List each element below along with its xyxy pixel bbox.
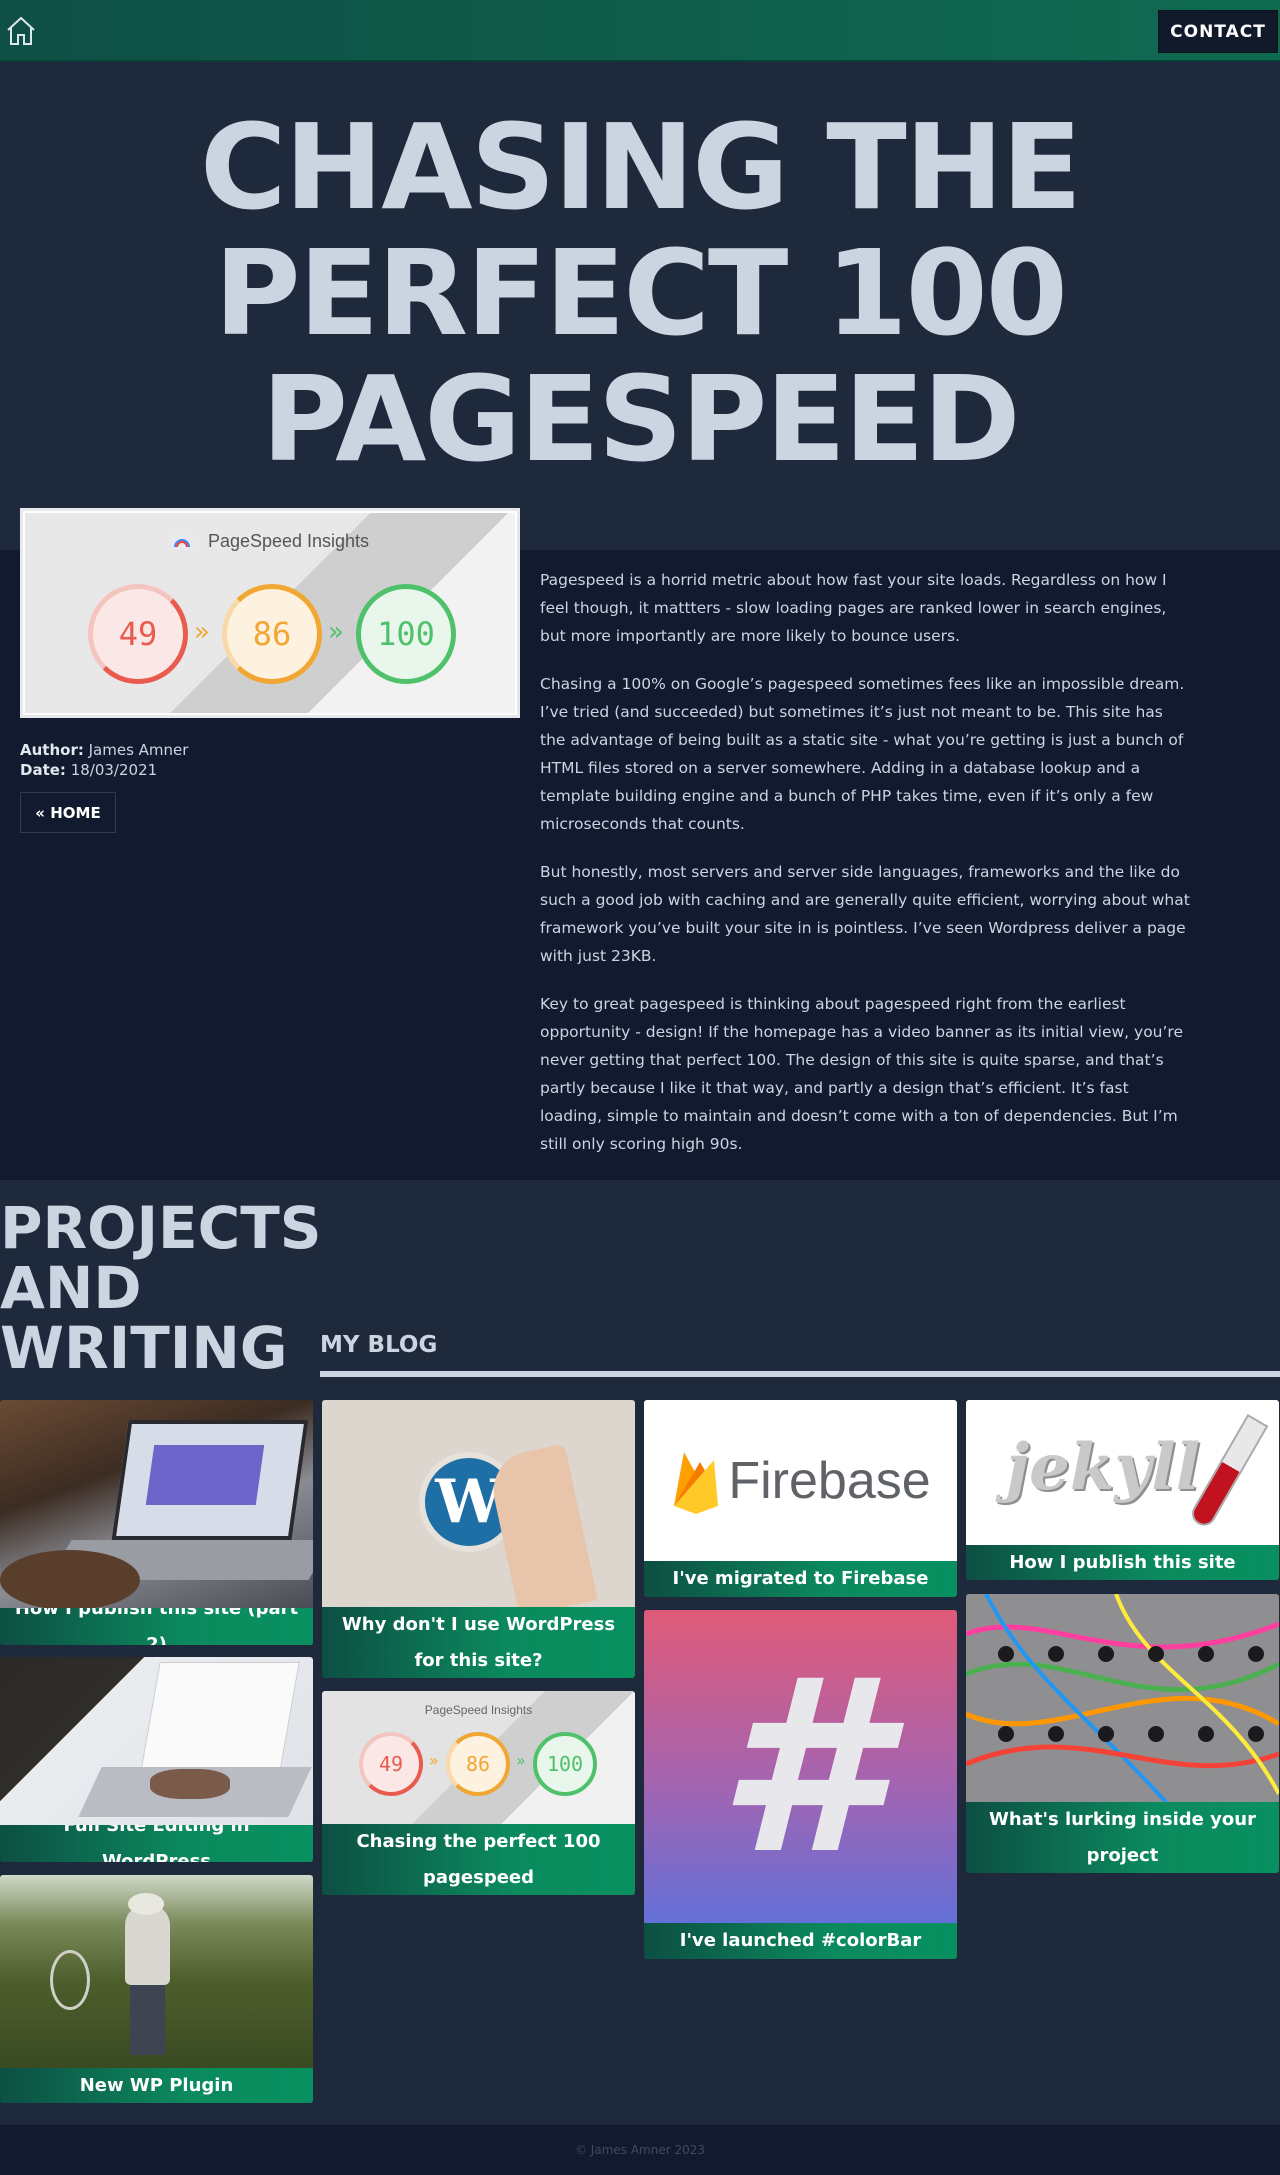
arrow-icon: » bbox=[516, 1751, 526, 1770]
blog-card-title: Full Site Editing in WordPress bbox=[0, 1815, 313, 1862]
score-gauge-poor: 49 bbox=[88, 584, 188, 684]
projects-heading: PROJECTS AND WRITING bbox=[0, 1194, 322, 1382]
blog-heading: MY BLOG bbox=[320, 1332, 438, 1358]
article-meta: Author: James Amner Date: 18/03/2021 bbox=[20, 740, 188, 780]
article-paragraph: Chasing a 100% on Google’s pagespeed som… bbox=[540, 675, 1185, 833]
wordpress-logo-photo: W bbox=[322, 1400, 635, 1607]
article-paragraph: Key to great pagespeed is thinking about… bbox=[540, 995, 1184, 1153]
blog-card[interactable]: # I've launched #colorBar bbox=[644, 1610, 957, 1959]
jekyll-logo: jekyll bbox=[966, 1400, 1279, 1545]
score-gauge-good: 100 bbox=[533, 1732, 597, 1796]
blog-card[interactable]: Full Site Editing in WordPress bbox=[0, 1657, 313, 1862]
top-navbar: CONTACT bbox=[0, 0, 1280, 62]
score-gauge-average: 86 bbox=[222, 584, 322, 684]
article-featured-image: PageSpeed Insights 49 » 86 » 100 bbox=[20, 508, 520, 718]
blog-card-title: How I publish this site bbox=[966, 1545, 1279, 1580]
firebase-icon bbox=[674, 1451, 719, 1514]
blog-card[interactable]: How I publish this site (part 2) bbox=[0, 1400, 313, 1645]
blog-card-title: I've migrated to Firebase bbox=[644, 1561, 957, 1597]
blog-card[interactable]: New WP Plugin bbox=[0, 1875, 313, 2103]
blog-card-title: New WP Plugin bbox=[0, 2068, 313, 2103]
page-title: CHASING THE PERFECT 100 PAGESPEED bbox=[199, 98, 1082, 488]
blog-card-title: I've launched #colorBar bbox=[644, 1923, 957, 1959]
author-label: Author: bbox=[20, 741, 84, 759]
footer: © James Amner 2023 bbox=[0, 2125, 1280, 2175]
laptop-bookshelf-photo bbox=[0, 1400, 313, 1608]
arrow-icon: » bbox=[429, 1751, 439, 1770]
typing-laptop-photo bbox=[0, 1657, 313, 1825]
home-icon[interactable] bbox=[4, 14, 38, 48]
pagespeed-logo-icon bbox=[170, 534, 193, 551]
article-paragraph: But honestly, most servers and server si… bbox=[540, 863, 1190, 965]
firebase-logo: Firebase bbox=[644, 1400, 957, 1561]
divider bbox=[320, 1371, 1280, 1377]
blog-card[interactable]: PageSpeed Insights 49 » 86 » 100 Chasing… bbox=[322, 1691, 635, 1895]
blog-card-title: Chasing the perfect 100 pagespeed bbox=[322, 1824, 635, 1895]
hash-icon: # bbox=[717, 1626, 884, 1907]
score-gauge-good: 100 bbox=[356, 584, 456, 684]
copyright-text: © James Amner 2023 bbox=[574, 2143, 706, 2157]
hero-section: CHASING THE PERFECT 100 PAGESPEED bbox=[0, 64, 1280, 550]
blog-card-title: What's lurking inside your project bbox=[966, 1802, 1279, 1873]
contact-button[interactable]: CONTACT bbox=[1158, 10, 1278, 53]
patch-cables-graphic bbox=[966, 1594, 1279, 1802]
blog-card[interactable]: Firebase I've migrated to Firebase bbox=[644, 1400, 957, 1597]
post-date: 18/03/2021 bbox=[70, 761, 158, 779]
blog-card-title: How I publish this site (part 2) bbox=[0, 1598, 313, 1645]
psi-header: PageSpeed Insights bbox=[25, 531, 515, 552]
blog-card[interactable]: What's lurking inside your project bbox=[966, 1594, 1279, 1873]
firebase-wordmark: Firebase bbox=[728, 1451, 931, 1510]
blog-card-title: Why don't I use WordPress for this site? bbox=[322, 1607, 635, 1678]
field-net-photo bbox=[0, 1875, 313, 2068]
jekyll-wordmark: jekyll bbox=[1006, 1430, 1201, 1505]
home-button[interactable]: « HOME bbox=[20, 792, 116, 833]
blog-card[interactable]: jekyll How I publish this site bbox=[966, 1400, 1279, 1580]
arrow-icon: » bbox=[194, 617, 210, 647]
author-name: James Amner bbox=[88, 741, 189, 759]
psi-brand-label: PageSpeed Insights bbox=[207, 531, 370, 551]
arrow-icon: » bbox=[328, 617, 344, 647]
date-label: Date: bbox=[20, 761, 66, 779]
score-gauge-average: 86 bbox=[446, 1732, 510, 1796]
blog-card[interactable]: W Why don't I use WordPress for this sit… bbox=[322, 1400, 635, 1678]
score-gauge-poor: 49 bbox=[359, 1732, 423, 1796]
pagespeed-insights-graphic: PageSpeed Insights 49 » 86 » 100 bbox=[322, 1691, 635, 1824]
patch-cables-photo bbox=[966, 1594, 1279, 1802]
article-paragraph: Pagespeed is a horrid metric about how f… bbox=[540, 571, 1167, 645]
psi-brand-label: PageSpeed Insights bbox=[424, 1703, 533, 1717]
hash-gradient: # bbox=[644, 1610, 957, 1923]
article-body: Pagespeed is a horrid metric about how f… bbox=[540, 566, 1190, 1178]
